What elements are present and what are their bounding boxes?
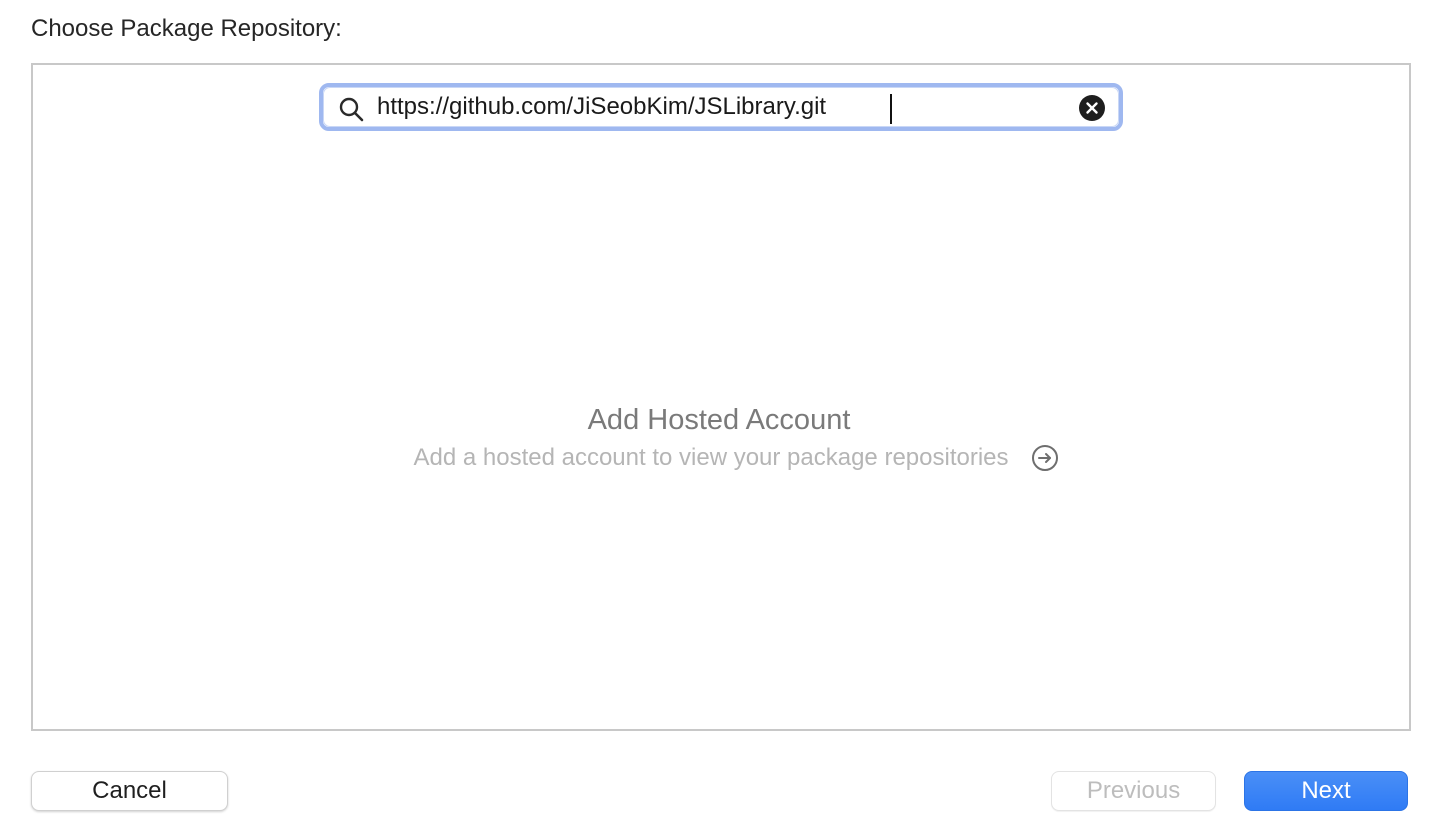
clear-icon[interactable] bbox=[1079, 95, 1105, 121]
search-field[interactable] bbox=[319, 83, 1123, 131]
empty-state: Add Hosted Account Add a hosted account … bbox=[33, 403, 1409, 473]
empty-state-title: Add Hosted Account bbox=[587, 404, 851, 436]
search-input[interactable] bbox=[377, 90, 1057, 124]
empty-state-subtitle-row: Add a hosted account to view your packag… bbox=[413, 443, 1058, 473]
cancel-button[interactable]: Cancel bbox=[31, 771, 228, 811]
previous-button[interactable]: Previous bbox=[1051, 771, 1216, 811]
dialog-heading: Choose Package Repository: bbox=[31, 15, 342, 42]
choose-package-dialog: Choose Package Repository: Add Hosted Ac… bbox=[0, 0, 1432, 832]
repository-panel: Add Hosted Account Add a hosted account … bbox=[31, 63, 1411, 731]
search-icon bbox=[339, 97, 364, 122]
arrow-right-circle-icon[interactable] bbox=[1031, 444, 1059, 472]
text-caret bbox=[890, 94, 892, 124]
next-button[interactable]: Next bbox=[1244, 771, 1408, 811]
empty-state-subtitle: Add a hosted account to view your packag… bbox=[413, 444, 1009, 471]
